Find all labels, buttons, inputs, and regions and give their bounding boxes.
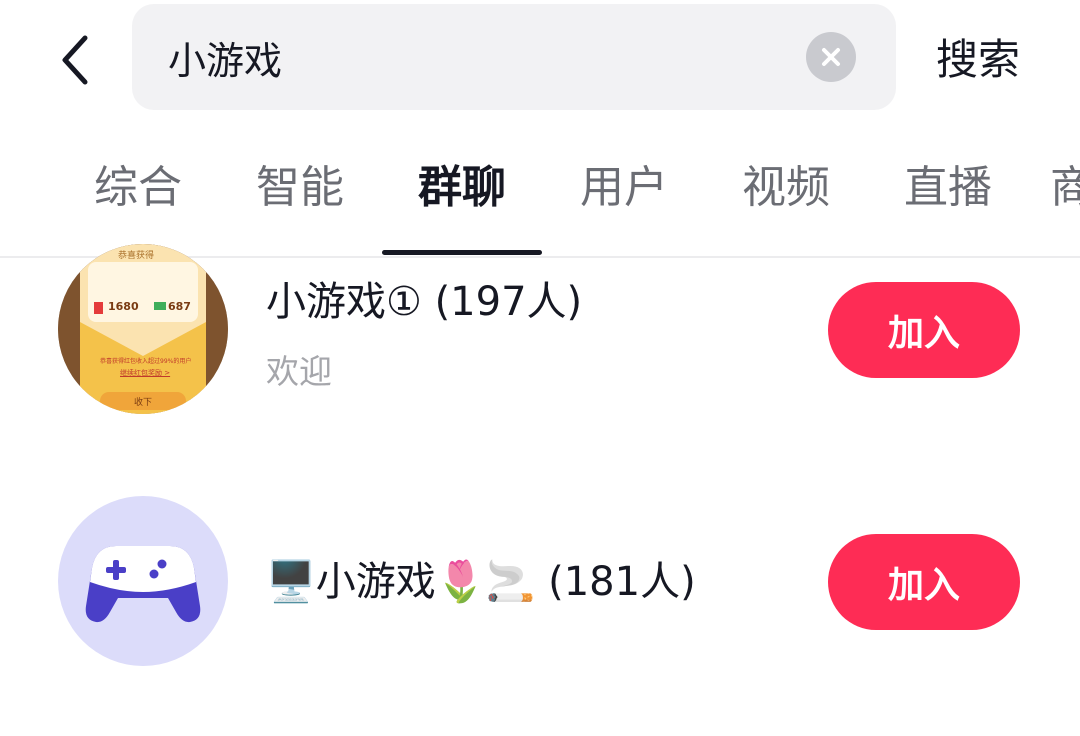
tab-group-chat[interactable]: 群聊 — [402, 158, 522, 218]
tab-shop[interactable]: 商 — [1050, 158, 1080, 218]
group-avatar[interactable]: 恭喜获得 1680 687 恭喜获得红包收入超过99%的用户 继续红包奖励 > … — [58, 244, 228, 414]
avatar-collect-button: 收下 — [134, 398, 153, 408]
search-result-tabs: 综合 智能 群聊 用户 视频 直播 商 — [0, 150, 1080, 256]
close-icon — [822, 48, 840, 66]
search-input[interactable] — [168, 35, 806, 79]
tab-videos[interactable]: 视频 — [726, 158, 846, 218]
tab-smart[interactable]: 智能 — [240, 158, 360, 218]
group-name[interactable]: 小游戏① (197人) — [266, 274, 582, 330]
group-list-item[interactable]: 恭喜获得 1680 687 恭喜获得红包收入超过99%的用户 继续红包奖励 > … — [0, 244, 1080, 448]
gamepad-icon — [85, 546, 201, 623]
join-group-button[interactable]: 加入 — [828, 282, 1020, 378]
tab-users[interactable]: 用户 — [564, 158, 684, 218]
avatar-header-text: 恭喜获得 — [118, 251, 155, 261]
group-description: 欢迎 — [266, 352, 332, 391]
search-box[interactable] — [132, 4, 896, 110]
avatar-line2: 继续红包奖励 > — [120, 369, 171, 377]
clear-search-button[interactable] — [806, 32, 856, 82]
group-name[interactable]: 🖥️小游戏🌷🚬 (181人) — [266, 554, 696, 610]
join-group-button[interactable]: 加入 — [828, 534, 1020, 630]
tab-live[interactable]: 直播 — [888, 158, 1008, 218]
tab-comprehensive[interactable]: 综合 — [78, 158, 198, 218]
avatar-amount-red: 1680 — [108, 300, 139, 313]
search-button[interactable]: 搜索 — [922, 30, 1034, 90]
chevron-left-icon — [62, 35, 88, 85]
group-avatar[interactable] — [58, 496, 228, 666]
avatar-line1: 恭喜获得红包收入超过99%的用户 — [100, 358, 192, 365]
avatar-amount-green: 687 — [168, 300, 191, 313]
group-list-item[interactable]: 🖥️小游戏🌷🚬 (181人) 加入 — [0, 488, 1080, 688]
back-button[interactable] — [40, 22, 110, 98]
